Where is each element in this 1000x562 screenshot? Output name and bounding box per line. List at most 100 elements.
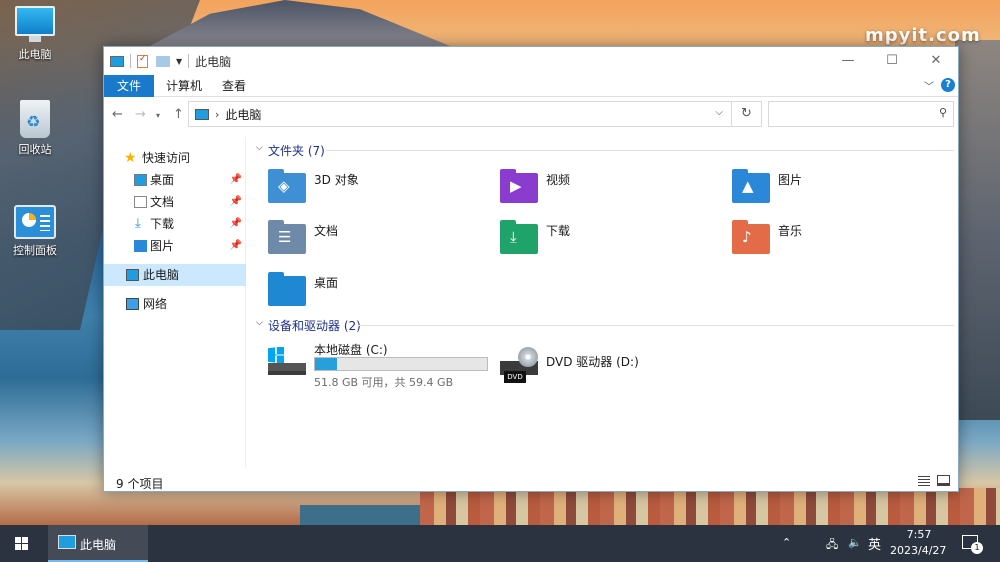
drive-d[interactable]: DVD DVD 驱动器 (D:) (500, 339, 740, 385)
tab-computer[interactable]: 计算机 (154, 75, 214, 97)
this-pc-icon (126, 269, 139, 281)
close-button[interactable]: ✕ (914, 47, 958, 75)
input-method-indicator[interactable]: 英 (868, 534, 881, 553)
help-icon[interactable]: ? (941, 78, 955, 92)
recycle-bin-icon: ♻ (20, 100, 50, 138)
breadcrumb-separator[interactable]: › (215, 108, 219, 121)
up-arrow-icon[interactable]: ↑ (173, 107, 184, 122)
dvd-badge: DVD (504, 371, 526, 383)
tray-expand-icon[interactable]: ⌃ (782, 536, 791, 549)
folder-tile-pictures[interactable]: ▲ 图片 (718, 169, 948, 211)
music-icon: ♪ (732, 220, 770, 254)
this-pc-icon (15, 6, 55, 42)
pin-icon[interactable]: 📌 (230, 235, 242, 257)
sidebar-item-label: 网络 (143, 297, 168, 311)
windows-logo-icon (268, 347, 284, 363)
title-bar[interactable]: ▼ 此电脑 — ☐ ✕ (104, 47, 958, 75)
tab-view[interactable]: 查看 (210, 75, 258, 97)
details-view-icon[interactable] (918, 476, 930, 486)
clock-date[interactable]: 2023/4/27 (890, 544, 946, 557)
breadcrumb[interactable]: 此电脑 (225, 106, 261, 123)
content-area: ⌵ 文件夹 (7) ◈ 3D 对象 ▶ 视频 ▲ 图片 ☰ 文档 ⤓ 下载 ♪ … (254, 137, 954, 467)
pictures-icon (134, 240, 147, 252)
navigation-pane: ★ 快速访问 桌面 📌 文档 📌 ⤓ 下载 📌 图片 📌 此电脑 网络 (104, 137, 246, 467)
3d-objects-icon: ◈ (268, 169, 306, 203)
chevron-down-icon[interactable]: ⌵ (256, 143, 263, 153)
folder-tile-videos[interactable]: ▶ 视频 (486, 169, 716, 211)
network-icon[interactable]: 🖧 (826, 536, 838, 555)
clock-time[interactable]: 7:57 (906, 528, 932, 541)
ribbon: 文件 计算机 查看 ﹀ ? (104, 75, 958, 97)
sidebar-item-label: 快速访问 (142, 151, 191, 165)
taskbar-app-explorer[interactable]: 此电脑 (48, 525, 148, 562)
search-input[interactable]: ⚲ (768, 101, 954, 127)
this-pc-icon (195, 108, 209, 120)
sidebar-item-label: 文档 (150, 195, 175, 209)
windows-logo-icon (15, 537, 28, 550)
maximize-button[interactable]: ☐ (870, 47, 914, 75)
wallpaper-town (420, 488, 1000, 525)
folder-label: 视频 (546, 173, 571, 187)
desktop-icon (134, 174, 147, 186)
start-button[interactable] (0, 525, 44, 562)
back-arrow-icon[interactable]: ← (112, 107, 123, 122)
volume-icon[interactable]: 🔈 (848, 536, 862, 549)
taskbar: 此电脑 ⌃ 🖧 🔈 英 7:57 2023/4/27 1 (0, 525, 1000, 562)
divider (130, 54, 131, 68)
notification-center-icon[interactable]: 1 (962, 535, 983, 554)
desktop-icon-label: 回收站 (18, 143, 52, 156)
downloads-icon: ⤓ (500, 220, 538, 254)
chevron-down-icon[interactable]: ⌵ (715, 107, 723, 118)
sidebar-item-label: 下载 (150, 217, 175, 231)
pin-icon[interactable]: 📌 (230, 191, 242, 213)
chevron-down-icon[interactable]: ▼ (176, 57, 182, 66)
drive-c[interactable]: 本地磁盘 (C:) 51.8 GB 可用，共 59.4 GB (268, 339, 498, 389)
local-disk-icon (268, 347, 306, 375)
this-pc-icon (110, 55, 124, 67)
sidebar-item-pictures[interactable]: 图片 📌 (104, 235, 246, 257)
divider (358, 325, 954, 326)
folder-tile-3d-objects[interactable]: ◈ 3D 对象 (254, 169, 484, 211)
sidebar-item-label: 此电脑 (143, 268, 180, 282)
properties-icon[interactable] (137, 54, 148, 68)
desktop-icon-this-pc[interactable]: 此电脑 (0, 6, 70, 62)
search-icon[interactable]: ⚲ (939, 106, 947, 119)
dvd-drive-icon: DVD (500, 347, 538, 383)
address-bar[interactable]: › 此电脑 ⌵ (188, 101, 732, 127)
forward-arrow-icon[interactable]: → (135, 107, 146, 122)
desktop-icon-control-panel[interactable]: 控制面板 (0, 205, 70, 258)
documents-icon: ☰ (268, 220, 306, 254)
folder-tile-downloads[interactable]: ⤓ 下载 (486, 220, 716, 262)
drive-free-space: 51.8 GB 可用，共 59.4 GB (314, 376, 454, 389)
sidebar-item-desktop[interactable]: 桌面 📌 (104, 169, 246, 191)
group-header-folders[interactable]: ⌵ 文件夹 (7) (254, 142, 954, 160)
folder-tile-music[interactable]: ♪ 音乐 (718, 220, 948, 262)
tab-file[interactable]: 文件 (104, 75, 154, 97)
new-folder-icon[interactable] (156, 55, 170, 67)
pin-icon[interactable]: 📌 (230, 213, 242, 235)
folder-tile-desktop[interactable]: 桌面 (254, 272, 484, 314)
sidebar-item-downloads[interactable]: ⤓ 下载 📌 (104, 213, 246, 235)
recent-locations-chevron-icon[interactable]: ▾ (156, 111, 160, 120)
group-header-label: 设备和驱动器 (2) (268, 319, 361, 333)
folder-label: 文档 (314, 224, 339, 238)
drive-usage-fill (315, 358, 338, 370)
desktop-icon (268, 272, 306, 306)
desktop-icon-recycle-bin[interactable]: ♻ 回收站 (0, 100, 70, 157)
group-header-devices[interactable]: ⌵ 设备和驱动器 (2) (254, 317, 954, 335)
refresh-button[interactable]: ↻ (732, 101, 762, 127)
sidebar-item-this-pc[interactable]: 此电脑 (104, 264, 246, 286)
folder-tile-documents[interactable]: ☰ 文档 (254, 220, 484, 262)
watermark: mpyit.com (865, 25, 981, 46)
minimize-button[interactable]: — (826, 47, 870, 75)
sidebar-item-network[interactable]: 网络 (104, 293, 246, 315)
documents-icon (134, 196, 147, 208)
sidebar-item-quick-access[interactable]: ★ 快速访问 (104, 147, 246, 169)
this-pc-icon (58, 535, 76, 549)
large-icons-view-icon[interactable] (937, 475, 950, 486)
sidebar-item-documents[interactable]: 文档 📌 (104, 191, 246, 213)
pin-icon[interactable]: 📌 (230, 169, 242, 191)
chevron-down-icon[interactable]: ⌵ (256, 318, 263, 328)
item-count: 9 个项目 (116, 477, 164, 491)
chevron-down-icon[interactable]: ﹀ (924, 78, 934, 93)
